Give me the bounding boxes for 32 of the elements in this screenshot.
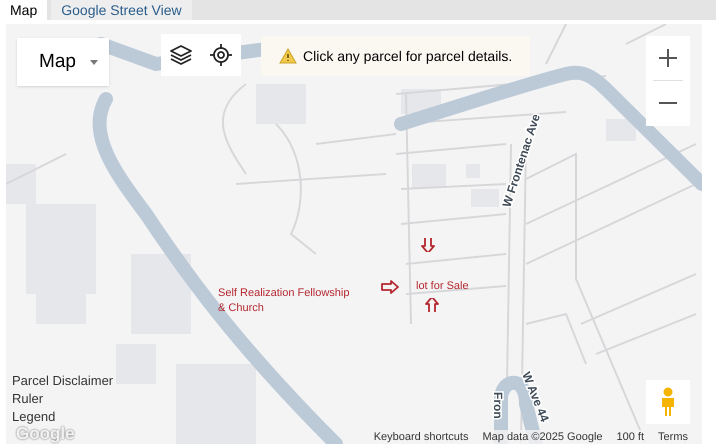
building xyxy=(606,119,636,141)
layers-icon[interactable] xyxy=(169,43,193,67)
up-arrow-icon xyxy=(422,298,442,312)
map-footer-link[interactable]: 100 ft xyxy=(616,430,644,444)
caret-icon xyxy=(90,60,98,64)
person-icon xyxy=(659,387,677,417)
lot-label: lot for Sale xyxy=(416,279,469,294)
parcel-line xyxy=(6,153,66,185)
parcel-line xyxy=(626,24,666,45)
minus-icon xyxy=(658,101,678,105)
church-label: Self Realization Fellowship & Church xyxy=(218,286,350,316)
map-footer-link[interactable]: Keyboard shortcuts xyxy=(374,430,468,444)
map-footer-link[interactable]: Map data ©2025 Google xyxy=(482,430,603,444)
parcel-line xyxy=(545,24,567,64)
map-link[interactable]: Ruler xyxy=(12,390,114,408)
building xyxy=(256,84,306,124)
notice-text: Click any parcel for parcel details. xyxy=(303,46,512,66)
map-link[interactable]: Parcel Disclaimer xyxy=(12,372,114,390)
down-arrow-icon xyxy=(418,238,438,252)
map-footer-link[interactable]: Terms xyxy=(658,430,688,444)
google-logo: Google xyxy=(16,426,75,442)
building xyxy=(412,164,446,188)
tab[interactable]: Map xyxy=(0,0,48,20)
plus-icon xyxy=(658,48,678,68)
street-label: Fron xyxy=(491,392,505,419)
map-type-dropdown[interactable]: Map xyxy=(17,38,109,86)
warning-icon xyxy=(279,48,297,64)
right-arrow-icon xyxy=(380,280,400,294)
tab[interactable]: Google Street View xyxy=(51,0,192,20)
street-label: W Ave 44 xyxy=(519,370,552,424)
map-link[interactable]: Legend xyxy=(12,408,114,426)
locate-icon[interactable] xyxy=(209,43,233,67)
